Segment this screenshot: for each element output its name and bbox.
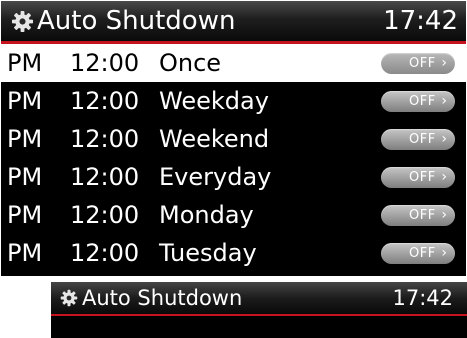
preview-clock: 17:42	[392, 286, 453, 310]
title-bar: Auto Shutdown 17:42	[1, 1, 466, 41]
preview-accent-line	[51, 314, 467, 316]
schedule-row-weekend[interactable]: PM 12:00 Weekend OFF ›	[1, 120, 466, 158]
off-toggle[interactable]: OFF ›	[381, 53, 455, 74]
row-label: Once	[159, 49, 222, 77]
row-time: 12:00	[70, 163, 140, 191]
schedule-row-tuesday[interactable]: PM 12:00 Tuesday OFF ›	[1, 234, 466, 272]
auto-shutdown-screen: Auto Shutdown 17:42 PM 12:00 Once OFF › …	[1, 1, 466, 276]
row-time: 12:00	[70, 87, 140, 115]
toggle-state: OFF	[409, 94, 436, 109]
row-ampm: PM	[7, 239, 43, 267]
row-ampm: PM	[7, 87, 43, 115]
row-label: Monday	[159, 201, 254, 229]
schedule-list: PM 12:00 Once OFF › PM 12:00 Weekday OFF…	[1, 44, 466, 272]
row-time: 12:00	[70, 49, 140, 77]
toggle-state: OFF	[409, 132, 436, 147]
toggle-state: OFF	[409, 56, 436, 71]
gear-icon	[60, 289, 78, 307]
chevron-right-icon: ›	[441, 131, 447, 147]
page-title: Auto Shutdown	[37, 6, 236, 36]
row-ampm: PM	[7, 49, 43, 77]
title-bar-preview: Auto Shutdown 17:42	[51, 282, 467, 338]
row-label: Tuesday	[159, 239, 257, 267]
row-ampm: PM	[7, 125, 43, 153]
schedule-row-everyday[interactable]: PM 12:00 Everyday OFF ›	[1, 158, 466, 196]
row-ampm: PM	[7, 201, 43, 229]
toggle-state: OFF	[409, 170, 436, 185]
preview-title-bar: Auto Shutdown 17:42	[51, 282, 467, 314]
row-label: Everyday	[159, 163, 272, 191]
off-toggle[interactable]: OFF ›	[381, 243, 455, 264]
toggle-state: OFF	[409, 208, 436, 223]
toggle-state: OFF	[409, 246, 436, 261]
off-toggle[interactable]: OFF ›	[381, 91, 455, 112]
clock: 17:42	[383, 6, 458, 36]
row-ampm: PM	[7, 163, 43, 191]
row-label: Weekday	[159, 87, 269, 115]
preview-title: Auto Shutdown	[82, 286, 243, 310]
chevron-right-icon: ›	[441, 207, 447, 223]
off-toggle[interactable]: OFF ›	[381, 167, 455, 188]
off-toggle[interactable]: OFF ›	[381, 129, 455, 150]
row-time: 12:00	[70, 239, 140, 267]
schedule-row-weekday[interactable]: PM 12:00 Weekday OFF ›	[1, 82, 466, 120]
chevron-right-icon: ›	[441, 169, 447, 185]
gear-icon	[11, 10, 34, 33]
schedule-row-monday[interactable]: PM 12:00 Monday OFF ›	[1, 196, 466, 234]
row-time: 12:00	[70, 125, 140, 153]
row-time: 12:00	[70, 201, 140, 229]
chevron-right-icon: ›	[441, 55, 447, 71]
off-toggle[interactable]: OFF ›	[381, 205, 455, 226]
schedule-row-once[interactable]: PM 12:00 Once OFF ›	[1, 44, 466, 82]
chevron-right-icon: ›	[441, 93, 447, 109]
row-label: Weekend	[159, 125, 270, 153]
chevron-right-icon: ›	[441, 245, 447, 261]
